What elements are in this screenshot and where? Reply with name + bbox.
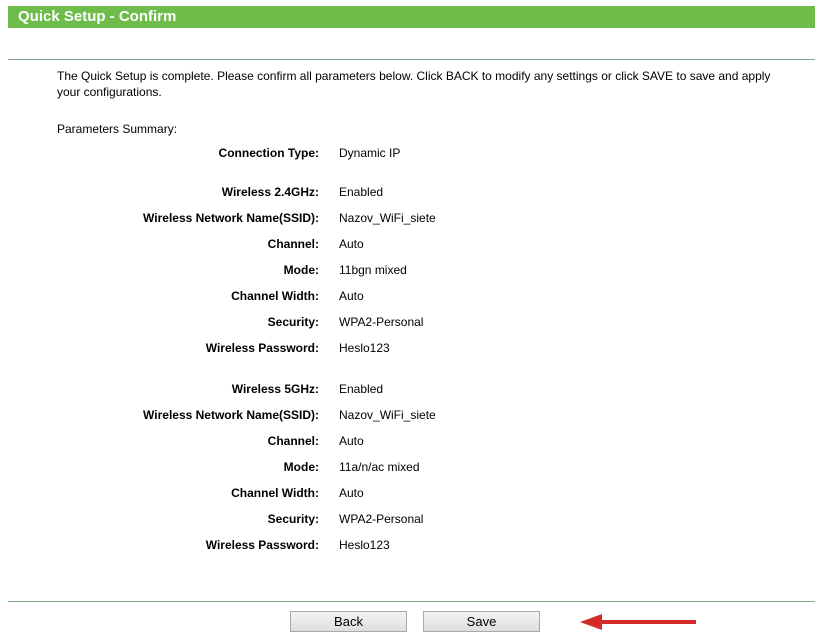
param-row-ssid-24: Wireless Network Name(SSID): Nazov_WiFi_… [0,208,815,228]
param-label: Connection Type: [218,146,319,160]
param-label: Security: [267,512,319,526]
param-row-channel-width-5: Channel Width: Auto [0,483,815,503]
param-label: Wireless Password: [205,341,319,355]
save-button[interactable]: Save [423,611,540,632]
param-row-password-5: Wireless Password: Heslo123 [0,535,815,555]
param-label: Wireless 5GHz: [231,382,319,396]
param-label: Mode: [283,263,319,277]
bottom-divider [8,601,815,602]
intro-text: The Quick Setup is complete. Please conf… [57,69,771,99]
param-label: Wireless Network Name(SSID): [143,408,319,422]
param-value: Enabled [339,382,384,396]
param-label: Wireless 2.4GHz: [221,185,319,199]
param-row-mode-24: Mode: 11bgn mixed [0,260,815,280]
param-label: Channel: [267,434,319,448]
param-row-wireless-24ghz: Wireless 2.4GHz: Enabled [0,182,815,202]
param-value: Heslo123 [339,341,390,355]
param-label: Wireless Network Name(SSID): [143,211,319,225]
param-value: Nazov_WiFi_siete [339,408,436,422]
param-label: Mode: [283,460,319,474]
param-value: WPA2-Personal [339,315,424,329]
param-value: Dynamic IP [339,146,401,160]
param-row-wireless-5ghz: Wireless 5GHz: Enabled [0,379,815,399]
param-value: 11bgn mixed [339,263,407,277]
param-row-security-5: Security: WPA2-Personal [0,509,815,529]
param-value: Heslo123 [339,538,390,552]
param-value: Auto [339,434,364,448]
param-label: Channel Width: [231,289,319,303]
param-label: Wireless Password: [205,538,319,552]
param-row-connection-type: Connection Type: Dynamic IP [0,143,815,163]
param-row-channel-24: Channel: Auto [0,234,815,254]
left-arrow-icon [580,614,696,630]
param-row-ssid-5: Wireless Network Name(SSID): Nazov_WiFi_… [0,405,815,425]
param-label: Channel: [267,237,319,251]
page-title: Quick Setup - Confirm [8,6,815,28]
param-value: WPA2-Personal [339,512,424,526]
param-value: Nazov_WiFi_siete [339,211,436,225]
summary-label: Parameters Summary: [57,122,178,136]
param-row-password-24: Wireless Password: Heslo123 [0,338,815,358]
top-divider [8,59,815,60]
param-value: Auto [339,289,364,303]
param-row-security-24: Security: WPA2-Personal [0,312,815,332]
param-value: Auto [339,486,364,500]
param-label: Security: [267,315,319,329]
param-value: Enabled [339,185,384,199]
param-label: Channel Width: [231,486,319,500]
param-value: 11a/n/ac mixed [339,460,420,474]
param-row-channel-5: Channel: Auto [0,431,815,451]
param-row-mode-5: Mode: 11a/n/ac mixed [0,457,815,477]
back-button[interactable]: Back [290,611,407,632]
param-row-channel-width-24: Channel Width: Auto [0,286,815,306]
param-value: Auto [339,237,364,251]
